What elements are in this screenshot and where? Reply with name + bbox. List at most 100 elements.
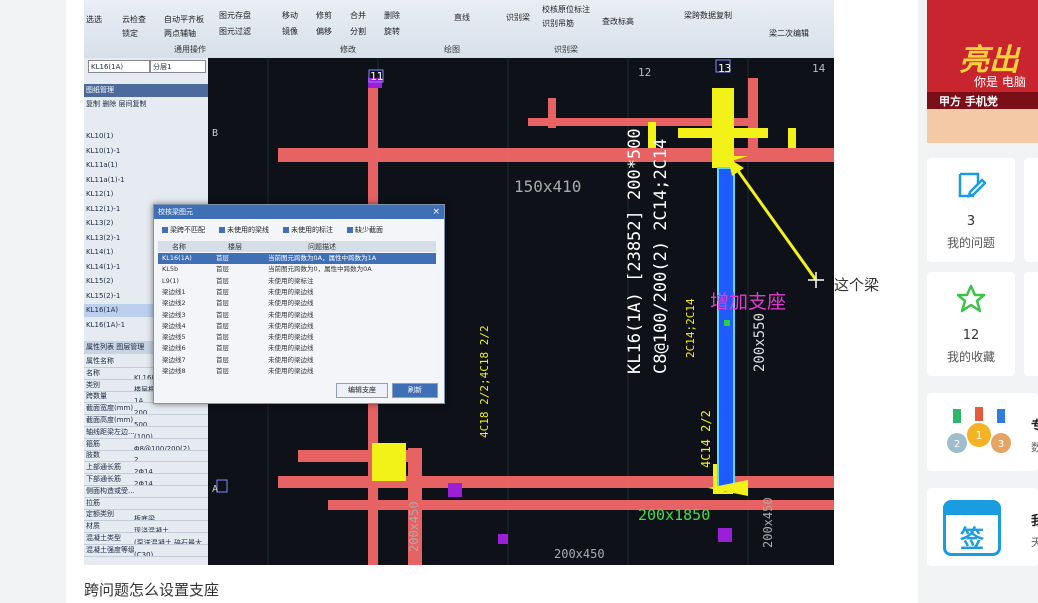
dialog-table-row[interactable]: KL16(1A) 首层 当前图元跨数为0A，属性中跨数为1A (158, 253, 436, 264)
my-favorites-card[interactable]: 12 我的收藏 (927, 272, 1015, 376)
medal-icon: 2 1 3 (947, 407, 1011, 453)
panel-buttons: 复制 删除 层间复制 (86, 100, 147, 108)
ribbon-item[interactable]: 云检查 (122, 14, 146, 25)
stat-card-partial (1024, 158, 1038, 262)
axis-label: 11 (370, 70, 383, 83)
dialog-checkbox[interactable]: 未使用的标注 (283, 225, 333, 235)
ribbon-item[interactable]: 自动平齐板 (164, 14, 204, 25)
signin-card-title: 我 (1031, 514, 1038, 529)
ribbon-item[interactable]: 锁定 (122, 28, 138, 39)
star-icon (956, 284, 986, 313)
cad-label: 200x450 (554, 547, 605, 561)
promo-banner[interactable]: 亮出 你是 电脑 甲方 手机党 (927, 0, 1038, 143)
ribbon-item[interactable]: 移动 (282, 10, 298, 21)
question-text: 跨问题怎么设置支座 (84, 581, 220, 599)
dialog-table-row[interactable]: 梁边线3 首层 未使用的梁边线 (158, 310, 436, 321)
beam-list-item[interactable]: KL10(1) (84, 130, 208, 143)
my-questions-card[interactable]: 3 我的问题 (927, 158, 1015, 262)
ribbon-item[interactable]: 修改 (340, 44, 356, 55)
ribbon-item[interactable]: 分割 (350, 26, 366, 37)
software-ribbon: 选选 云检查 自动平齐板 图元存盘 移动 修剪 合并 删除 直线 识别梁 校核原位标注 查改标高 梁跨数… (84, 0, 834, 59)
edit-support-button[interactable]: 编辑支座 (336, 383, 388, 398)
beam-main-label: KL16(1A) [23852] 200*500 (625, 128, 645, 374)
beam-rebar-label: C8@100/200(2) 2C14;2C14 (651, 139, 671, 374)
banner-footer (927, 109, 1038, 143)
beam-list-item[interactable]: KL10(1)-1 (84, 145, 208, 158)
dialog-checkbox[interactable]: 未使用的梁线 (219, 225, 269, 235)
ribbon-item[interactable]: 修剪 (316, 10, 332, 21)
close-icon[interactable]: × (432, 205, 440, 219)
panel-title: 图纸管理 (84, 84, 208, 97)
beam-list-item[interactable]: KL11a(1)-1 (84, 174, 208, 187)
ribbon-item[interactable]: 图元过滤 (219, 26, 251, 37)
checkbox-icon[interactable] (347, 227, 353, 233)
ribbon-item[interactable]: 图元存盘 (219, 10, 251, 21)
svg-text:3: 3 (998, 439, 1004, 450)
stat-card-partial (1024, 272, 1038, 376)
ribbon-item[interactable]: 绘图 (444, 44, 460, 55)
checkbox-icon[interactable] (162, 227, 168, 233)
ribbon-item[interactable]: 查改标高 (602, 16, 634, 27)
my-favorites-count: 12 (962, 328, 980, 343)
ribbon-item[interactable]: 旋转 (384, 26, 400, 37)
dialog-table-row[interactable]: 梁边线2 首层 未使用的梁边线 (158, 298, 436, 309)
ribbon-item[interactable]: 删除 (384, 10, 400, 21)
dialog-table-row[interactable]: 梁边线1 首层 未使用的梁边线 (158, 287, 436, 298)
medal-card-sub: 数 (1031, 441, 1038, 454)
ribbon-item[interactable]: 直线 (454, 12, 470, 23)
beam-a-axis (278, 476, 834, 488)
checkbox-icon[interactable] (219, 227, 225, 233)
ribbon-item[interactable]: 两点辅轴 (164, 28, 196, 39)
my-questions-label: 我的问题 (946, 236, 995, 250)
ribbon-item[interactable]: 识别梁 (506, 12, 530, 23)
medal-card[interactable]: 2 1 3 专 数 (927, 393, 1038, 471)
signin-card[interactable]: 签 我 天 利 (927, 488, 1038, 566)
dialog-title: 校核梁图元 (154, 205, 444, 219)
refresh-button[interactable]: 刷新 (392, 383, 438, 398)
dialog-checkbox[interactable]: 缺少截面 (347, 225, 383, 235)
ribbon-item[interactable]: 梁二次编辑 (769, 28, 809, 39)
signin-card-sub: 天 利 (1031, 536, 1038, 549)
svg-text:1: 1 (976, 429, 983, 442)
medal-card-title: 专 (1031, 419, 1038, 434)
cad-label: 200x450 (761, 497, 775, 548)
dialog-table-row[interactable]: 梁边线8 首层 未使用的梁边线 (158, 366, 436, 377)
ribbon-item[interactable]: 梁跨数据复制 (684, 10, 732, 21)
cad-label: 200x450 (407, 501, 421, 552)
dialog-column-header: 名称 (172, 243, 186, 251)
dialog-table-row[interactable]: 梁边线7 首层 未使用的梁边线 (158, 355, 436, 366)
dialog-column-header: 问题描述 (308, 243, 336, 251)
axis-label: 12 (638, 66, 651, 79)
dialog-table-header: 名称 楼层 问题描述 (158, 241, 436, 252)
cad-label: 150x410 (514, 177, 581, 196)
question-image[interactable]: 选选 云检查 自动平齐板 图元存盘 移动 修剪 合并 删除 直线 识别梁 校核原位标注 查改标高 梁跨数… (84, 0, 834, 565)
my-favorites-label: 我的收藏 (946, 350, 995, 364)
dialog-table-row[interactable]: L9(1) 首层 未使用的梁标注 (158, 276, 436, 287)
floor-select: 分层1 (150, 60, 206, 73)
dialog-checkbox[interactable]: 梁跨不匹配 (162, 225, 205, 235)
annotation-label: 增加支座 (710, 291, 787, 313)
ribbon-item[interactable]: 镜像 (282, 26, 298, 37)
dialog-table-row[interactable]: 梁边线6 首层 未使用的梁边线 (158, 343, 436, 354)
property-row[interactable]: 混凝土强度等级(C30) (84, 544, 208, 557)
dialog-column-header: 楼层 (228, 243, 242, 251)
beam-list-item[interactable]: KL11a(1) (84, 159, 208, 172)
dialog-table-row[interactable]: KL5b 首层 当前图元跨数为0，属性中跨数为0A (158, 264, 436, 275)
checkbox-icon[interactable] (283, 227, 289, 233)
my-questions-count: 3 (966, 214, 976, 229)
beam-list-item[interactable]: KL12(1) (84, 188, 208, 201)
banner-bar-text: 甲方 手机党 (939, 95, 998, 108)
ribbon-item[interactable]: 识别梁 (554, 44, 578, 55)
ribbon-item[interactable]: 选选 (86, 14, 102, 25)
ribbon-item[interactable]: 通用操作 (174, 44, 206, 55)
cad-label: 200x550 (752, 313, 768, 372)
ribbon-item[interactable]: 偏移 (316, 26, 332, 37)
ribbon-item[interactable]: 校核原位标注 (542, 4, 590, 15)
beam-small-label: 2C14;2C14 (684, 298, 697, 358)
dialog-table-row[interactable]: 梁边线4 首层 未使用的梁边线 (158, 321, 436, 332)
ribbon-item[interactable]: 识别吊筋 (542, 18, 574, 29)
axis-label: 13 (718, 62, 731, 75)
ribbon-item[interactable]: 合并 (350, 10, 366, 21)
dialog-table-row[interactable]: 梁边线5 首层 未使用的梁边线 (158, 332, 436, 343)
check-beam-dialog[interactable]: 校核梁图元 × 梁跨不匹配 未使用的梁线 未使用的标注 缺少截面 名称 楼层 问题描述 K… (153, 204, 445, 404)
